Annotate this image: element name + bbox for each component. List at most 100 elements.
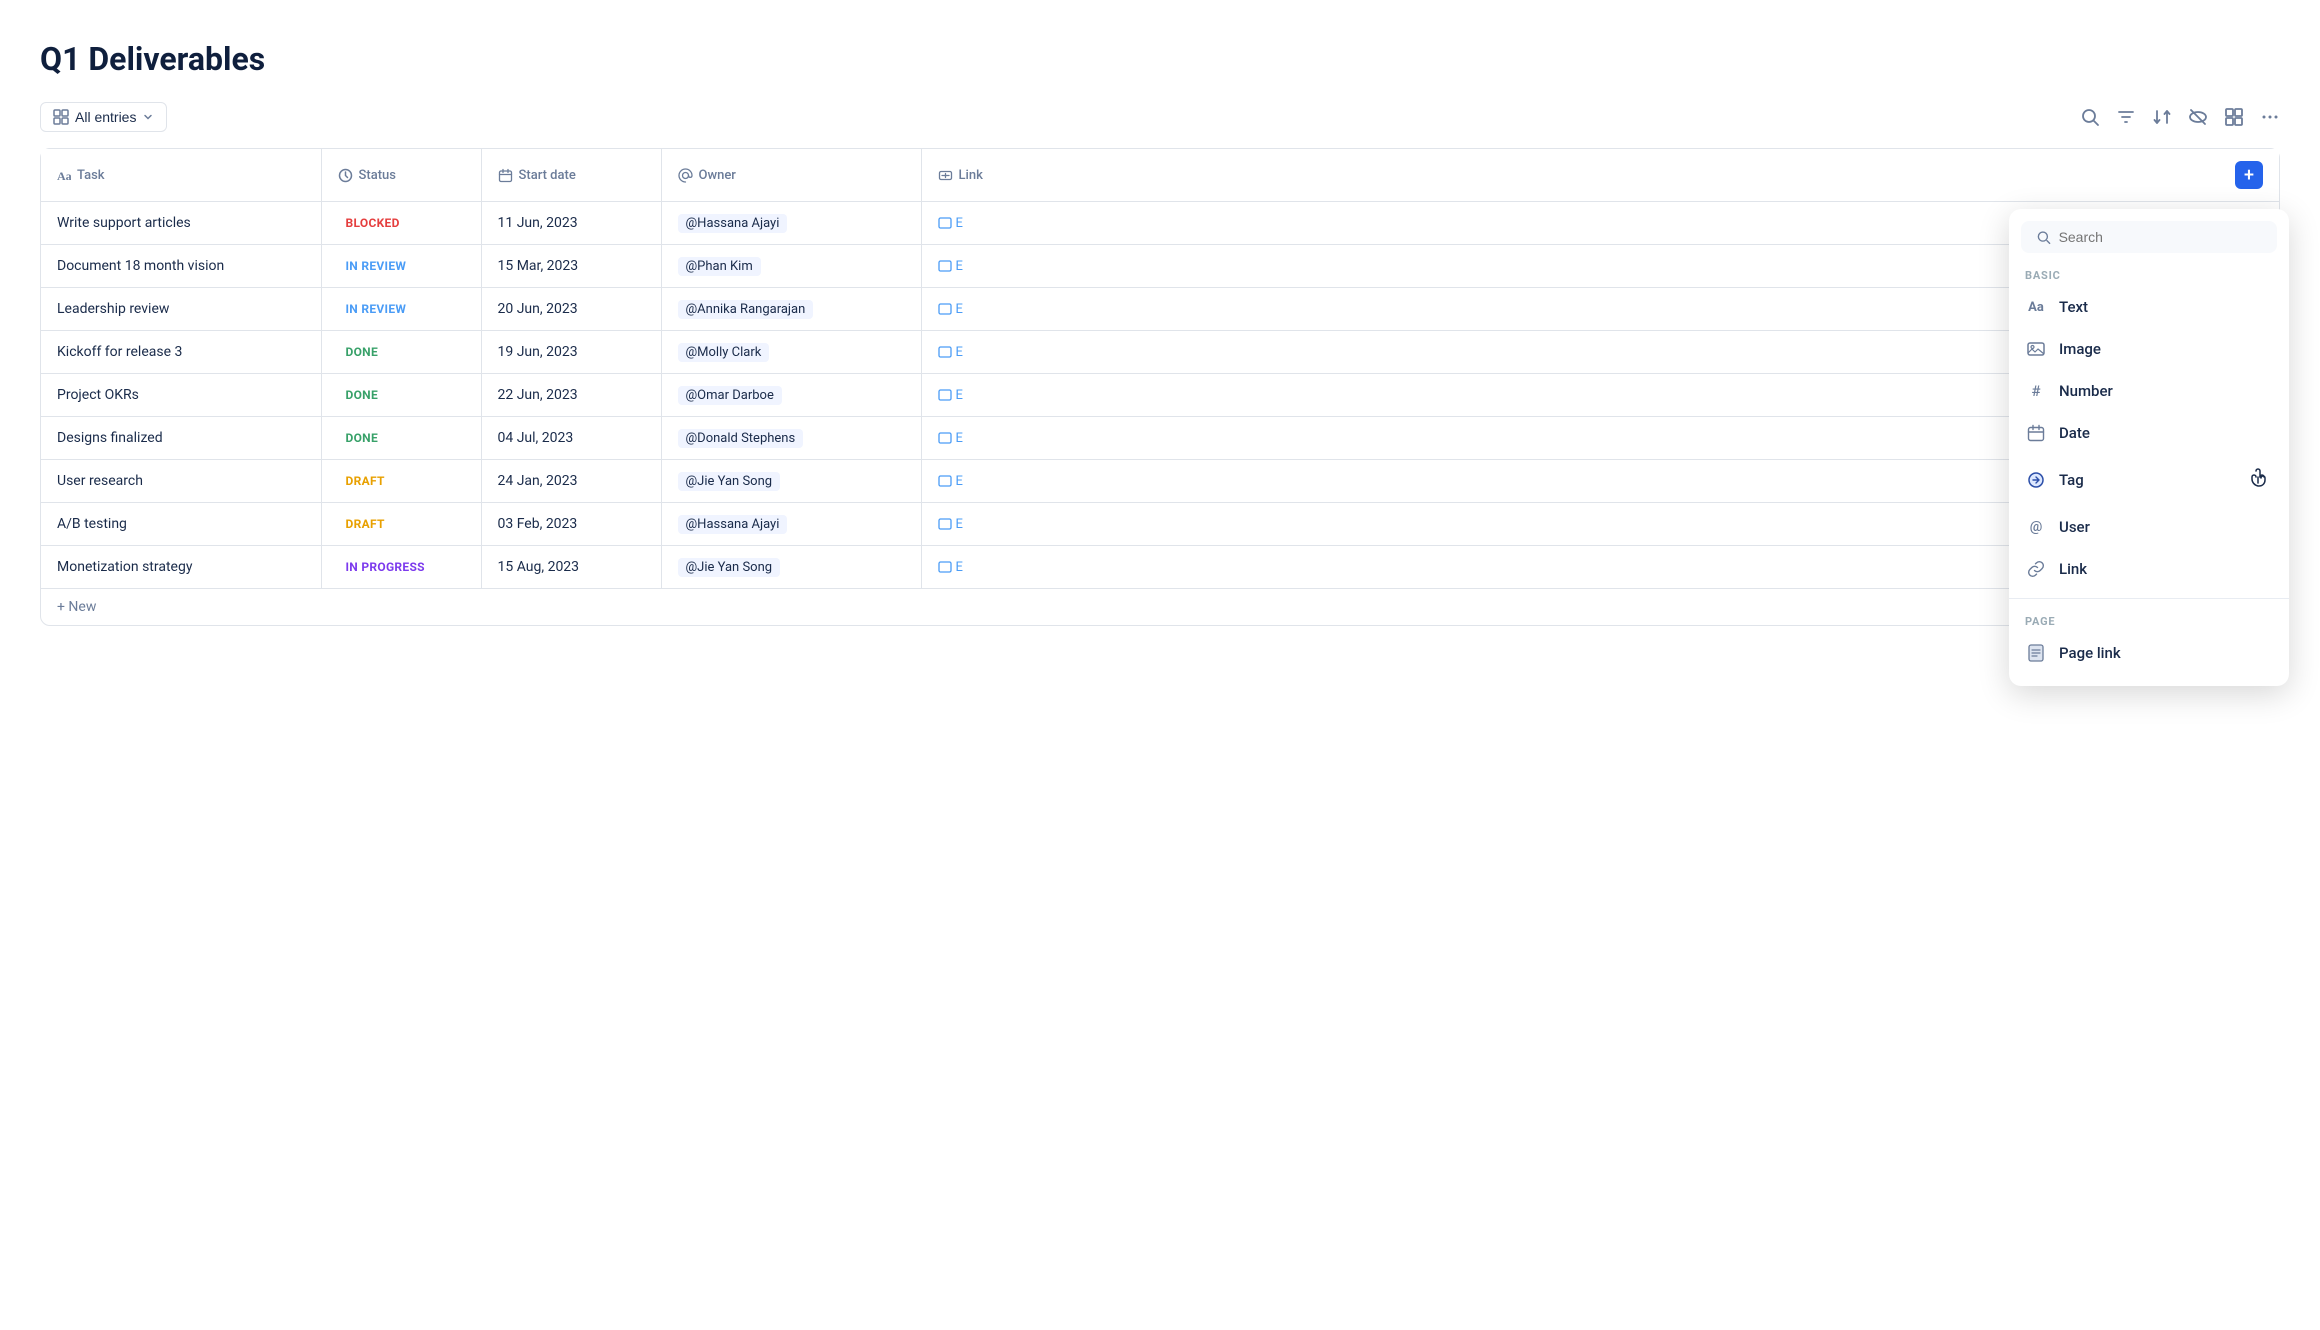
link-col-icon [938, 168, 953, 183]
status-cell[interactable]: DONE [321, 374, 481, 417]
link-row-label: E [956, 216, 963, 231]
col-status[interactable]: Status [321, 149, 481, 202]
owner-tag: @Jie Yan Song [678, 472, 781, 491]
task-cell[interactable]: Designs finalized [41, 417, 321, 460]
owner-cell[interactable]: @Phan Kim [661, 245, 921, 288]
dropdown-search-input[interactable] [2059, 229, 2261, 245]
link-row-label: E [956, 259, 963, 274]
link-row-icon [938, 302, 952, 316]
view-icon[interactable] [2224, 107, 2244, 127]
status-badge: IN REVIEW [338, 300, 415, 318]
link-row-icon [938, 517, 952, 531]
hide-icon[interactable] [2188, 107, 2208, 127]
owner-cell[interactable]: @Annika Rangarajan [661, 288, 921, 331]
status-cell[interactable]: DONE [321, 331, 481, 374]
status-cell[interactable]: DONE [321, 417, 481, 460]
owner-cell[interactable]: @Hassana Ajayi [661, 503, 921, 546]
dropdown-item-page-link[interactable]: Page link [2009, 632, 2289, 674]
toolbar-right [2080, 107, 2280, 127]
main-table: Aa Task Status [41, 149, 2279, 625]
link-row-label: E [956, 388, 963, 403]
add-column-button[interactable]: + [2235, 161, 2263, 189]
link-row-label: E [956, 431, 963, 446]
status-cell[interactable]: DRAFT [321, 503, 481, 546]
owner-cell[interactable]: @Jie Yan Song [661, 460, 921, 503]
dropdown-item-link-label: Link [2059, 560, 2087, 578]
task-cell[interactable]: Leadership review [41, 288, 321, 331]
status-badge: DONE [338, 386, 387, 404]
col-link-label: Link [959, 168, 983, 183]
col-start-date[interactable]: Start date [481, 149, 661, 202]
date-cell[interactable]: 15 Aug, 2023 [481, 546, 661, 589]
date-cell[interactable]: 20 Jun, 2023 [481, 288, 661, 331]
section-basic-label: BASIC [2009, 261, 2289, 286]
status-cell[interactable]: IN REVIEW [321, 245, 481, 288]
date-cell[interactable]: 15 Mar, 2023 [481, 245, 661, 288]
dropdown-search-container [2021, 221, 2277, 253]
task-cell[interactable]: Project OKRs [41, 374, 321, 417]
date-cell[interactable]: 22 Jun, 2023 [481, 374, 661, 417]
link-dropdown-icon [2025, 558, 2047, 580]
chevron-down-icon [142, 111, 154, 123]
dropdown-divider [2009, 598, 2289, 599]
owner-tag: @Molly Clark [678, 343, 770, 362]
table-row: Designs finalized DONE 04 Jul, 2023 @Don… [41, 417, 2279, 460]
task-cell[interactable]: Monetization strategy [41, 546, 321, 589]
add-new-row[interactable]: + New [41, 589, 2279, 626]
owner-cell[interactable]: @Hassana Ajayi [661, 202, 921, 245]
status-badge: IN PROGRESS [338, 558, 433, 576]
dropdown-item-tag[interactable]: Tag [2009, 454, 2289, 506]
date-cell[interactable]: 03 Feb, 2023 [481, 503, 661, 546]
owner-tag: @Jie Yan Song [678, 558, 781, 577]
task-cell[interactable]: User research [41, 460, 321, 503]
dropdown-item-tag-label: Tag [2059, 471, 2084, 489]
task-cell[interactable]: A/B testing [41, 503, 321, 546]
text-col-icon: Aa [57, 168, 71, 182]
status-cell[interactable]: DRAFT [321, 460, 481, 503]
dropdown-search-icon [2037, 230, 2051, 245]
link-row-icon [938, 431, 952, 445]
link-row-icon [938, 474, 952, 488]
status-cell[interactable]: IN PROGRESS [321, 546, 481, 589]
status-badge: DRAFT [338, 515, 393, 533]
date-cell[interactable]: 11 Jun, 2023 [481, 202, 661, 245]
filter-icon[interactable] [2116, 107, 2136, 127]
search-toolbar-icon[interactable] [2080, 107, 2100, 127]
page-link-dropdown-icon [2025, 642, 2047, 664]
col-link[interactable]: Link + [921, 149, 2279, 202]
owner-cell[interactable]: @Molly Clark [661, 331, 921, 374]
task-cell[interactable]: Document 18 month vision [41, 245, 321, 288]
table-row: Project OKRs DONE 22 Jun, 2023 @Omar Dar… [41, 374, 2279, 417]
date-cell[interactable]: 04 Jul, 2023 [481, 417, 661, 460]
owner-cell[interactable]: @Omar Darboe [661, 374, 921, 417]
status-col-icon [338, 168, 353, 183]
dropdown-item-user-label: User [2059, 518, 2090, 536]
owner-cell[interactable]: @Donald Stephens [661, 417, 921, 460]
add-new-cell[interactable]: + New [41, 589, 2279, 626]
col-owner[interactable]: Owner [661, 149, 921, 202]
dropdown-item-date[interactable]: Date [2009, 412, 2289, 454]
all-entries-label: All entries [75, 109, 136, 125]
more-icon[interactable] [2260, 107, 2280, 127]
dropdown-item-image[interactable]: Image [2009, 328, 2289, 370]
date-cell[interactable]: 24 Jan, 2023 [481, 460, 661, 503]
table-row: Leadership review IN REVIEW 20 Jun, 2023… [41, 288, 2279, 331]
dropdown-item-number[interactable]: # Number [2009, 370, 2289, 412]
sort-icon[interactable] [2152, 107, 2172, 127]
status-cell[interactable]: IN REVIEW [321, 288, 481, 331]
owner-cell[interactable]: @Jie Yan Song [661, 546, 921, 589]
dropdown-item-user[interactable]: @ User [2009, 506, 2289, 548]
table-header-row: Aa Task Status [41, 149, 2279, 202]
all-entries-button[interactable]: All entries [40, 102, 167, 132]
dropdown-item-text[interactable]: Aa Text [2009, 286, 2289, 328]
task-cell[interactable]: Kickoff for release 3 [41, 331, 321, 374]
table-body: Write support articles BLOCKED 11 Jun, 2… [41, 202, 2279, 626]
dropdown-item-link[interactable]: Link [2009, 548, 2289, 590]
col-task[interactable]: Aa Task [41, 149, 321, 202]
task-cell[interactable]: Write support articles [41, 202, 321, 245]
date-cell[interactable]: 19 Jun, 2023 [481, 331, 661, 374]
status-badge: DONE [338, 429, 387, 447]
status-cell[interactable]: BLOCKED [321, 202, 481, 245]
cursor-hand-icon [2245, 464, 2273, 496]
table-row: Document 18 month vision IN REVIEW 15 Ma… [41, 245, 2279, 288]
